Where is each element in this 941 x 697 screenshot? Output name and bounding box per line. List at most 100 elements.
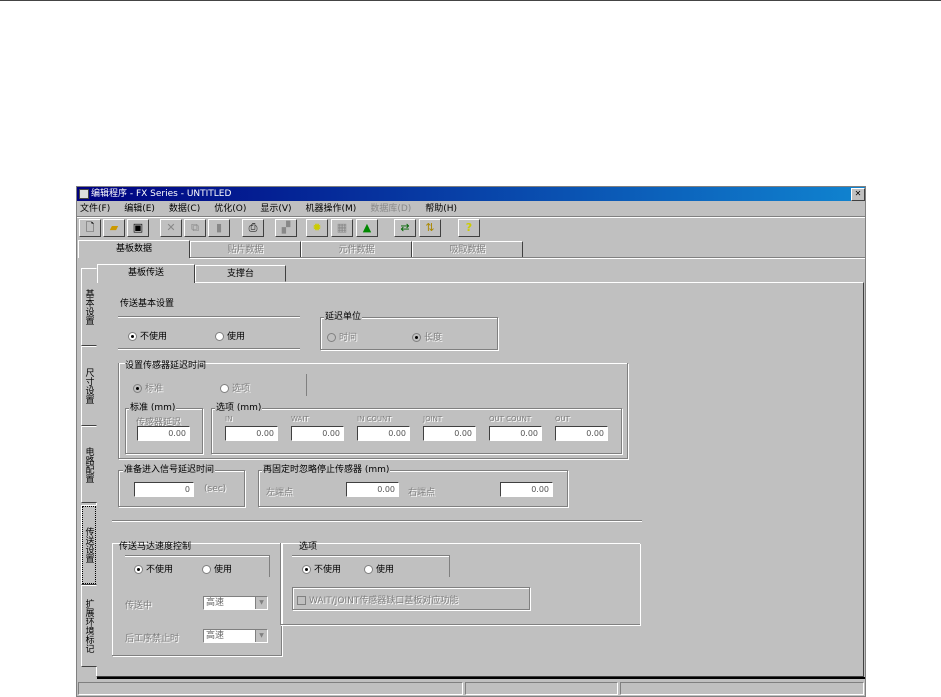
tab-component-data[interactable]: 元件数据 <box>301 241 412 258</box>
radio-motor-off[interactable]: 不使用 <box>134 562 173 575</box>
side-tab-transfer[interactable]: 传送设置 <box>81 505 97 585</box>
option-field-label: OUT <box>555 415 570 423</box>
radio-label: 不使用 <box>314 565 342 575</box>
app-icon <box>79 189 89 199</box>
radio-standard[interactable]: 标准 <box>133 381 163 394</box>
radio-icon <box>327 333 336 342</box>
side-tab-extended[interactable]: 扩展环境标记 <box>81 585 97 667</box>
radio-icon <box>302 565 311 574</box>
menu-machine[interactable]: 机器操作(M) <box>306 202 357 216</box>
menu-optimize[interactable]: 优化(O) <box>214 202 246 216</box>
option-field-input[interactable]: 0.00 <box>555 426 608 441</box>
shapes-icon[interactable]: ▲ <box>356 219 378 237</box>
cut-icon[interactable]: ✕ <box>160 219 182 237</box>
divider <box>269 555 270 577</box>
option-field-input[interactable]: 0.00 <box>357 426 410 441</box>
swap-horizontal-icon[interactable]: ⇄ <box>394 219 416 237</box>
machine-icon[interactable]: ▦ <box>331 219 353 237</box>
right-end-input[interactable]: 0.00 <box>500 482 553 497</box>
radio-option[interactable]: 选项 <box>220 381 250 394</box>
ready-delay-input[interactable]: 0 <box>134 482 194 497</box>
option-field-label: JOINT <box>423 415 443 423</box>
side-tab-circuit[interactable]: 电路配置 <box>81 426 97 503</box>
radio-label: 长度 <box>424 333 443 343</box>
menu-view[interactable]: 显示(V) <box>260 202 291 216</box>
menu-bar: 文件(F) 编辑(E) 数据(C) 优化(O) 显示(V) 机器操作(M) 数据… <box>80 202 457 216</box>
radio-option-on[interactable]: 使用 <box>364 562 394 575</box>
side-tab-size[interactable]: 尺寸设置 <box>81 346 97 426</box>
motor-title: 传送马达速度控制 <box>119 542 192 552</box>
radio-label: 使用 <box>227 332 246 342</box>
chevron-down-icon: ▼ <box>255 630 267 642</box>
close-button[interactable]: ✕ <box>851 188 865 201</box>
copy-icon[interactable]: ⧉ <box>184 219 206 237</box>
divider <box>449 555 450 577</box>
radio-option-off[interactable]: 不使用 <box>302 562 341 575</box>
option-field-input[interactable]: 0.00 <box>291 426 344 441</box>
during-transfer-select[interactable]: 高速 ▼ <box>203 596 268 610</box>
print-icon[interactable]: ⎙ <box>242 219 264 237</box>
radio-icon <box>215 332 224 341</box>
option-field-label: IN <box>225 415 233 423</box>
radio-motor-on[interactable]: 使用 <box>202 562 232 575</box>
radio-icon <box>412 333 421 342</box>
divider <box>292 555 450 557</box>
tab-board-transfer[interactable]: 基板传送 <box>97 264 195 283</box>
option-field-input[interactable]: 0.00 <box>225 426 278 441</box>
radio-transfer-on[interactable]: 使用 <box>215 329 245 342</box>
menu-help[interactable]: 帮助(H) <box>425 202 457 216</box>
tab-line <box>190 257 865 259</box>
divider <box>125 555 270 557</box>
help-icon[interactable]: ? <box>458 219 480 237</box>
title-bar: 编辑程序 - FX Series - UNTITLED <box>77 187 865 201</box>
ready-delay-title: 准备进入信号延迟时间 <box>123 465 216 475</box>
radio-transfer-off[interactable]: 不使用 <box>128 329 167 342</box>
radio-time[interactable]: 时间 <box>327 330 357 343</box>
divider <box>118 316 300 318</box>
side-tab-basic[interactable]: 基本设置 <box>81 268 97 346</box>
paste-icon[interactable]: ▮ <box>208 219 230 237</box>
option-field-label: OUT COUNT <box>489 415 532 423</box>
left-end-input[interactable]: 0.00 <box>346 482 399 497</box>
standard-title: 标准 (mm) <box>129 403 177 413</box>
checkbox-icon <box>297 596 306 605</box>
tab-placement-data[interactable]: 贴片数据 <box>190 241 301 258</box>
radio-label: 标准 <box>145 384 164 394</box>
notch-board-checkbox[interactable]: WAIT/JOINT传感器缺口基板对应功能 <box>297 593 458 606</box>
open-folder-icon[interactable]: ▰ <box>103 219 125 237</box>
left-end-label: 左端点 <box>266 488 294 498</box>
radio-label: 使用 <box>376 565 395 575</box>
option-field-input[interactable]: 0.00 <box>489 426 542 441</box>
select-value: 高速 <box>206 631 225 641</box>
select-value: 高速 <box>206 598 225 608</box>
section-divider <box>112 520 642 522</box>
menu-edit[interactable]: 编辑(E) <box>124 202 155 216</box>
menu-file[interactable]: 文件(F) <box>80 202 110 216</box>
find-icon[interactable]: ▞ <box>275 219 297 237</box>
option-field-label: WAIT <box>291 415 309 423</box>
window-title: 编辑程序 - FX Series - UNTITLED <box>91 189 232 199</box>
sensor-delay-input[interactable]: 0.00 <box>137 426 190 441</box>
save-icon[interactable]: ▣ <box>127 219 149 237</box>
divider <box>306 374 307 396</box>
status-pane-3 <box>620 682 864 695</box>
radio-icon <box>134 565 143 574</box>
lightbulb-icon[interactable]: ✹ <box>306 219 328 237</box>
menu-data[interactable]: 数据(C) <box>169 202 200 216</box>
tab-support-table[interactable]: 支撑台 <box>195 265 286 282</box>
tab-pickup-data[interactable]: 吸取数据 <box>412 241 523 258</box>
new-file-icon[interactable]: 🗋 <box>79 219 101 237</box>
tab-board-data[interactable]: 基板数据 <box>78 240 190 258</box>
after-process-select[interactable]: 高速 ▼ <box>203 629 268 643</box>
chevron-down-icon: ▼ <box>255 597 267 609</box>
radio-icon <box>128 332 137 341</box>
swap-vertical-icon[interactable]: ⇅ <box>419 219 441 237</box>
option-field-input[interactable]: 0.00 <box>423 426 476 441</box>
ready-delay-unit: (sec) <box>204 484 227 494</box>
checkbox-label: WAIT/JOINT传感器缺口基板对应功能 <box>309 596 459 606</box>
radio-label: 使用 <box>214 565 233 575</box>
screen-top-line <box>0 0 941 1</box>
menu-database[interactable]: 数据库(D) <box>370 202 411 216</box>
radio-length[interactable]: 长度 <box>412 330 442 343</box>
divider <box>118 348 300 350</box>
